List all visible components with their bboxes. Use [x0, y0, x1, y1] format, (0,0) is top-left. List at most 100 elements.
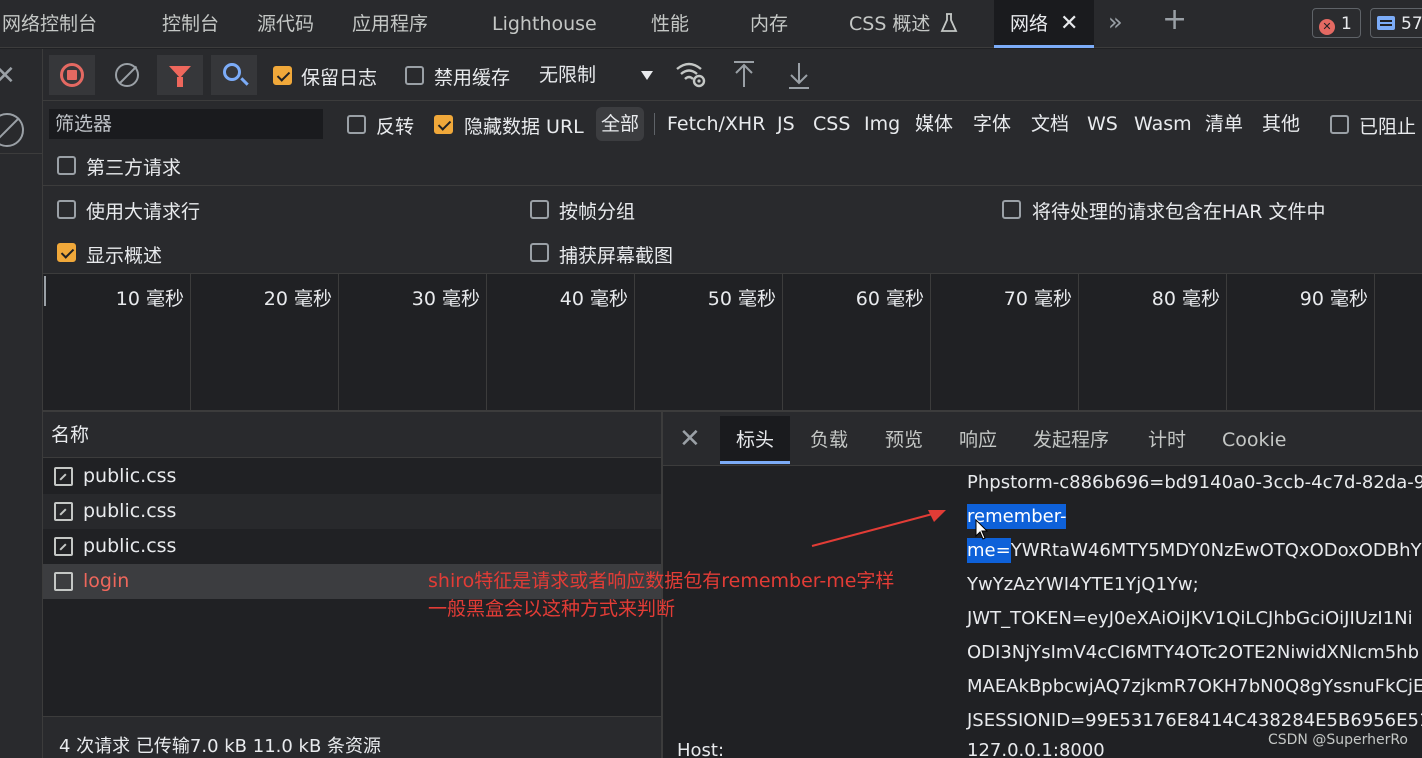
- type-filter-wasm[interactable]: Wasm: [1134, 107, 1192, 141]
- type-filter-other[interactable]: 其他: [1262, 107, 1300, 141]
- large-rows-label: 使用大请求行: [86, 201, 201, 223]
- network-toolbar: 保留日志 禁用缓存 无限制: [43, 49, 1422, 101]
- timeline-tick: 40 毫秒: [487, 274, 635, 410]
- type-filter-img[interactable]: Img: [864, 107, 900, 141]
- type-filter-manifest[interactable]: 清单: [1205, 107, 1243, 141]
- close-icon[interactable]: ✕: [1060, 11, 1078, 36]
- tab-console[interactable]: 控制台: [162, 0, 219, 48]
- clear-button[interactable]: [103, 55, 149, 95]
- request-name: public.css: [83, 535, 177, 557]
- stop-recording-button[interactable]: [49, 55, 95, 95]
- cookie-header-line: MAEAkBpbcwjAQ7zjkmR7OKH7bN0Q8gYssnuFkCjE: [967, 676, 1422, 697]
- filter-bar: 反转 隐藏数据 URL 全部 Fetch/XHR JS CSS Img 媒体 字…: [43, 101, 1422, 147]
- table-row[interactable]: public.css: [43, 494, 661, 529]
- tab-css-overview-label: CSS 概述: [849, 13, 931, 35]
- error-count-badge[interactable]: ✕ 1: [1312, 8, 1361, 38]
- stylesheet-icon: [54, 537, 73, 556]
- annotation-arrow: [811, 510, 946, 547]
- hide-data-urls-checkbox[interactable]: [434, 115, 453, 134]
- tab-network-console[interactable]: 网络控制台: [2, 0, 97, 48]
- tab-performance[interactable]: 性能: [651, 0, 689, 48]
- devtools-tab-bar: 网络控制台 控制台 源代码 应用程序 Lighthouse 性能 内存 CSS …: [0, 0, 1422, 48]
- blocked-requests-label: 已阻止: [1359, 116, 1417, 138]
- column-header-name[interactable]: 名称: [43, 412, 661, 458]
- timeline-tick: 50 毫秒: [635, 274, 783, 410]
- import-har-icon[interactable]: [733, 61, 755, 89]
- capture-screenshots-label: 捕获屏幕截图: [559, 245, 674, 267]
- type-filter-doc[interactable]: 文档: [1031, 107, 1069, 141]
- type-filter-all[interactable]: 全部: [596, 107, 645, 141]
- divider: [43, 185, 1422, 186]
- third-party-checkbox[interactable]: [57, 156, 76, 175]
- invert-checkbox[interactable]: [347, 115, 366, 134]
- disable-cache-checkbox[interactable]: [405, 66, 424, 85]
- preserve-log-label: 保留日志: [301, 67, 378, 89]
- throttling-select[interactable]: 无限制: [533, 57, 657, 93]
- tab-css-overview[interactable]: CSS 概述: [849, 0, 958, 48]
- document-icon: [54, 572, 73, 591]
- tab-cookies[interactable]: Cookie: [1222, 416, 1287, 464]
- tab-response[interactable]: 响应: [959, 416, 997, 464]
- tab-lighthouse[interactable]: Lighthouse: [492, 0, 597, 48]
- tab-payload[interactable]: 负载: [810, 416, 848, 464]
- har-pending-checkbox[interactable]: [1002, 200, 1021, 219]
- request-name: login: [83, 570, 130, 592]
- cookie-header-line: Phpstorm-c886b696=bd9140a0-3ccb-4c7d-82d…: [967, 472, 1422, 493]
- message-icon: [1377, 16, 1395, 30]
- filter-input[interactable]: [49, 109, 323, 139]
- tab-sources[interactable]: 源代码: [257, 0, 314, 48]
- block-icon[interactable]: [0, 113, 24, 147]
- show-overview-checkbox[interactable]: [57, 243, 76, 262]
- type-filter-media[interactable]: 媒体: [915, 107, 953, 141]
- cookie-header-line: ODI3NjYsImV4cCI6MTY4OTc2OTE2NiwidXNlcm5h…: [967, 642, 1420, 663]
- tab-initiator[interactable]: 发起程序: [1033, 416, 1109, 464]
- network-conditions-icon[interactable]: [675, 57, 707, 91]
- group-by-frame-checkbox[interactable]: [530, 200, 549, 219]
- blocked-requests-checkbox[interactable]: [1330, 115, 1349, 134]
- add-tab-icon[interactable]: +: [1162, 2, 1187, 37]
- search-button[interactable]: [211, 55, 257, 95]
- large-rows-checkbox[interactable]: [57, 200, 76, 219]
- error-count: 1: [1341, 14, 1352, 34]
- tab-network[interactable]: 网络 ✕: [994, 0, 1095, 48]
- tab-memory[interactable]: 内存: [750, 0, 788, 48]
- cookie-header-line: JSESSIONID=99E53176E8414C438284E5B6956E5…: [967, 710, 1422, 731]
- watermark: CSDN @SuperherRo: [1267, 732, 1408, 748]
- timeline-tick: 80 毫秒: [1079, 274, 1227, 410]
- throttling-value: 无限制: [539, 64, 597, 86]
- clear-icon: [115, 63, 139, 87]
- type-filter-ws[interactable]: WS: [1087, 107, 1118, 141]
- close-icon[interactable]: ✕: [679, 424, 701, 454]
- capture-screenshots-checkbox[interactable]: [530, 243, 549, 262]
- type-filter-font[interactable]: 字体: [973, 107, 1011, 141]
- close-drawer-icon[interactable]: ✕: [0, 61, 16, 91]
- timeline-tick: 70 毫秒: [931, 274, 1079, 410]
- type-filter-css[interactable]: CSS: [813, 107, 850, 141]
- message-count: 57: [1401, 14, 1422, 34]
- type-filter-fetch-xhr[interactable]: Fetch/XHR: [667, 107, 765, 141]
- more-tabs-icon[interactable]: »: [1108, 8, 1123, 36]
- chevron-down-icon: [641, 71, 653, 80]
- search-icon: [223, 63, 241, 81]
- flask-icon: [941, 13, 958, 32]
- hide-data-urls-label: 隐藏数据 URL: [464, 116, 584, 138]
- overview-timeline[interactable]: 10 毫秒 20 毫秒 30 毫秒 40 毫秒 50 毫秒 60 毫秒 70 毫…: [43, 274, 1422, 412]
- cookie-header-line: YwYzAzYWI4YTE1YjQ1Yw;: [967, 574, 1199, 595]
- tab-preview[interactable]: 预览: [885, 416, 923, 464]
- request-summary: 4 次请求 已传输7.0 kB 11.0 kB 条资源: [43, 716, 661, 758]
- disable-cache-label: 禁用缓存: [434, 67, 511, 89]
- tab-application[interactable]: 应用程序: [352, 0, 428, 48]
- type-filter-js[interactable]: JS: [777, 107, 795, 141]
- tab-timing[interactable]: 计时: [1148, 416, 1186, 464]
- details-tab-bar: ✕ 标头 负载 预览 响应 发起程序 计时 Cookie: [663, 412, 1422, 466]
- tab-headers[interactable]: 标头: [720, 416, 791, 464]
- table-row[interactable]: public.css: [43, 529, 661, 564]
- divider: [654, 113, 655, 135]
- cookie-header-line: me=YWRtaW46MTY5MDY0NzEwOTQxODoxODBhY: [967, 538, 1422, 563]
- export-har-icon[interactable]: [788, 61, 810, 89]
- filter-toggle-button[interactable]: [157, 55, 203, 95]
- message-count-badge[interactable]: 57: [1370, 8, 1422, 38]
- preserve-log-checkbox[interactable]: [273, 66, 292, 85]
- table-row[interactable]: public.css: [43, 459, 661, 494]
- invert-label: 反转: [376, 116, 415, 138]
